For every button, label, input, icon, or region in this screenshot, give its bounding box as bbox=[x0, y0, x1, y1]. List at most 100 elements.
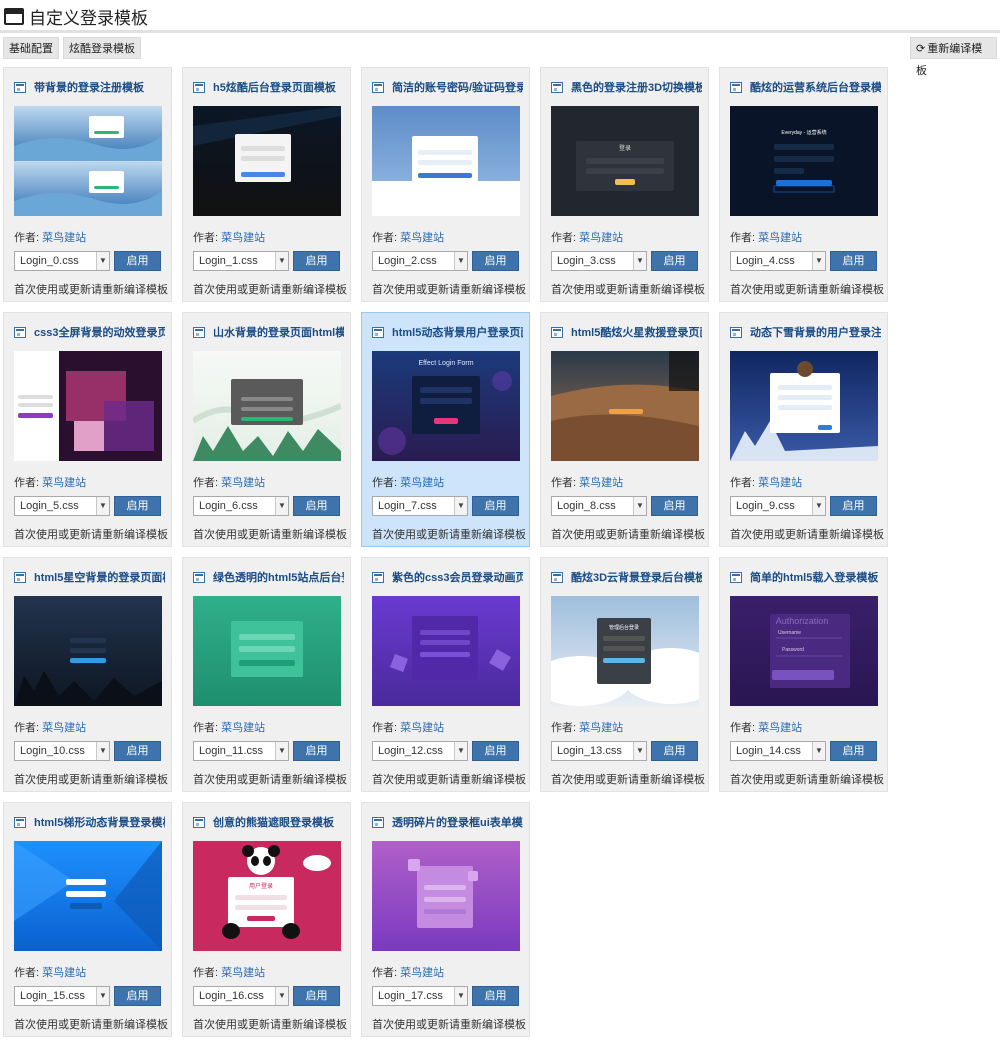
css-select[interactable]: Login_1.css ▼ bbox=[193, 251, 289, 271]
css-select[interactable]: Login_16.css ▼ bbox=[193, 986, 289, 1006]
tab-cool-login-templates[interactable]: 炫酷登录模板 bbox=[63, 37, 141, 59]
enable-button[interactable]: 启用 bbox=[651, 496, 698, 516]
author-name[interactable]: 菜鸟建站 bbox=[400, 232, 444, 244]
card-title[interactable]: html5梯形动态背景登录模板 bbox=[34, 814, 165, 830]
css-select[interactable]: Login_17.css ▼ bbox=[372, 986, 468, 1006]
css-select[interactable]: Login_12.css ▼ bbox=[372, 741, 468, 761]
card-title[interactable]: css3全屏背景的动效登录页面 bbox=[34, 324, 165, 340]
author-name[interactable]: 菜鸟建站 bbox=[221, 232, 265, 244]
card-title[interactable]: 酷炫的运营系统后台登录模板 bbox=[750, 79, 881, 95]
enable-button[interactable]: 启用 bbox=[293, 741, 340, 761]
chevron-down-icon: ▼ bbox=[812, 497, 825, 515]
card-title[interactable]: 酷炫3D云背景登录后台模板 bbox=[571, 569, 702, 585]
css-select[interactable]: Login_10.css ▼ bbox=[14, 741, 110, 761]
template-thumbnail[interactable]: 管理后台登录 bbox=[551, 596, 699, 706]
card-title[interactable]: 简单的html5载入登录模板 bbox=[750, 569, 878, 585]
card-title[interactable]: 简洁的账号密码/验证码登录 bbox=[392, 79, 523, 95]
enable-button[interactable]: 启用 bbox=[293, 986, 340, 1006]
enable-button[interactable]: 启用 bbox=[114, 986, 161, 1006]
author-name[interactable]: 菜鸟建站 bbox=[579, 477, 623, 489]
card-title[interactable]: 创意的熊猫遮眼登录模板 bbox=[213, 814, 334, 830]
enable-button[interactable]: 启用 bbox=[472, 741, 519, 761]
template-thumbnail[interactable] bbox=[14, 351, 162, 461]
author-name[interactable]: 菜鸟建站 bbox=[579, 232, 623, 244]
author-name[interactable]: 菜鸟建站 bbox=[221, 967, 265, 979]
template-thumbnail[interactable] bbox=[730, 351, 878, 461]
css-select[interactable]: Login_7.css ▼ bbox=[372, 496, 468, 516]
css-select[interactable]: Login_15.css ▼ bbox=[14, 986, 110, 1006]
enable-button[interactable]: 启用 bbox=[472, 496, 519, 516]
author-name[interactable]: 菜鸟建站 bbox=[221, 477, 265, 489]
css-select[interactable]: Login_14.css ▼ bbox=[730, 741, 826, 761]
template-card: 简洁的账号密码/验证码登录 作者: 菜鸟建站 Login_2.css ▼ 启用 首… bbox=[361, 67, 530, 302]
author-name[interactable]: 菜鸟建站 bbox=[221, 722, 265, 734]
author-name[interactable]: 菜鸟建站 bbox=[42, 232, 86, 244]
template-thumbnail[interactable] bbox=[372, 841, 520, 951]
enable-button[interactable]: 启用 bbox=[651, 251, 698, 271]
template-thumbnail[interactable]: 用户登录 bbox=[193, 841, 341, 951]
template-thumbnail[interactable] bbox=[14, 106, 162, 216]
card-title[interactable]: html5星空背景的登录页面模板 bbox=[34, 569, 165, 585]
card-title[interactable]: 紫色的css3会员登录动画页面 bbox=[392, 569, 523, 585]
enable-button[interactable]: 启用 bbox=[472, 251, 519, 271]
tab-basic-config[interactable]: 基础配置 bbox=[3, 37, 59, 59]
card-title[interactable]: 带背景的登录注册模板 bbox=[34, 79, 144, 95]
css-select[interactable]: Login_3.css ▼ bbox=[551, 251, 647, 271]
author-line: 作者: 菜鸟建站 bbox=[730, 474, 802, 490]
css-select-value: Login_17.css bbox=[378, 990, 443, 1002]
card-title[interactable]: html5动态背景用户登录页面 bbox=[392, 324, 523, 340]
template-thumbnail[interactable]: Everyday - 运营系统 bbox=[730, 106, 878, 216]
template-icon bbox=[193, 81, 205, 93]
template-thumbnail[interactable] bbox=[372, 596, 520, 706]
enable-button[interactable]: 启用 bbox=[651, 741, 698, 761]
card-title[interactable]: 透明碎片的登录框ui表单模板 bbox=[392, 814, 523, 830]
enable-button[interactable]: 启用 bbox=[830, 251, 877, 271]
enable-button[interactable]: 启用 bbox=[472, 986, 519, 1006]
enable-button[interactable]: 启用 bbox=[293, 496, 340, 516]
template-thumbnail[interactable] bbox=[193, 596, 341, 706]
template-thumbnail[interactable] bbox=[14, 596, 162, 706]
template-thumbnail[interactable] bbox=[193, 351, 341, 461]
enable-button[interactable]: 启用 bbox=[830, 496, 877, 516]
css-select[interactable]: Login_6.css ▼ bbox=[193, 496, 289, 516]
css-select[interactable]: Login_11.css ▼ bbox=[193, 741, 289, 761]
enable-button[interactable]: 启用 bbox=[114, 741, 161, 761]
css-select[interactable]: Login_0.css ▼ bbox=[14, 251, 110, 271]
card-title[interactable]: h5炫酷后台登录页面模板 bbox=[213, 79, 336, 95]
css-select[interactable]: Login_4.css ▼ bbox=[730, 251, 826, 271]
template-thumbnail[interactable]: Effect Login Form bbox=[372, 351, 520, 461]
enable-button[interactable]: 启用 bbox=[293, 251, 340, 271]
enable-button[interactable]: 启用 bbox=[830, 741, 877, 761]
css-select[interactable]: Login_2.css ▼ bbox=[372, 251, 468, 271]
card-title[interactable]: 动态下雪背景的用户登录注册 bbox=[750, 324, 881, 340]
template-thumbnail[interactable] bbox=[14, 841, 162, 951]
css-select[interactable]: Login_13.css ▼ bbox=[551, 741, 647, 761]
recompile-button[interactable]: ⟳ 重新编译模板 bbox=[910, 37, 997, 77]
card-title[interactable]: 黑色的登录注册3D切换模板 bbox=[571, 79, 702, 95]
css-select[interactable]: Login_5.css ▼ bbox=[14, 496, 110, 516]
enable-button[interactable]: 启用 bbox=[114, 251, 161, 271]
card-title[interactable]: html5酷炫火星救援登录页面 bbox=[571, 324, 702, 340]
author-name[interactable]: 菜鸟建站 bbox=[758, 722, 802, 734]
template-thumbnail[interactable] bbox=[193, 106, 341, 216]
template-thumbnail[interactable]: 登录 bbox=[551, 106, 699, 216]
template-thumbnail[interactable]: Authorization Username Password bbox=[730, 596, 878, 706]
template-thumbnail[interactable] bbox=[551, 351, 699, 461]
enable-button[interactable]: 启用 bbox=[114, 496, 161, 516]
author-name[interactable]: 菜鸟建站 bbox=[758, 232, 802, 244]
css-select[interactable]: Login_9.css ▼ bbox=[730, 496, 826, 516]
template-card: 动态下雪背景的用户登录注册 作者: 菜鸟建站 Login_9.css ▼ 启用 首… bbox=[719, 312, 888, 547]
author-name[interactable]: 菜鸟建站 bbox=[42, 967, 86, 979]
author-name[interactable]: 菜鸟建站 bbox=[42, 477, 86, 489]
author-name[interactable]: 菜鸟建站 bbox=[579, 722, 623, 734]
card-title[interactable]: 绿色透明的html5站点后台登录 bbox=[213, 569, 344, 585]
css-select[interactable]: Login_8.css ▼ bbox=[551, 496, 647, 516]
author-name[interactable]: 菜鸟建站 bbox=[400, 967, 444, 979]
template-thumbnail[interactable] bbox=[372, 106, 520, 216]
author-name[interactable]: 菜鸟建站 bbox=[400, 722, 444, 734]
card-title[interactable]: 山水背景的登录页面html模板 bbox=[213, 324, 344, 340]
author-name[interactable]: 菜鸟建站 bbox=[42, 722, 86, 734]
template-icon bbox=[372, 81, 384, 93]
author-name[interactable]: 菜鸟建站 bbox=[400, 477, 444, 489]
author-name[interactable]: 菜鸟建站 bbox=[758, 477, 802, 489]
